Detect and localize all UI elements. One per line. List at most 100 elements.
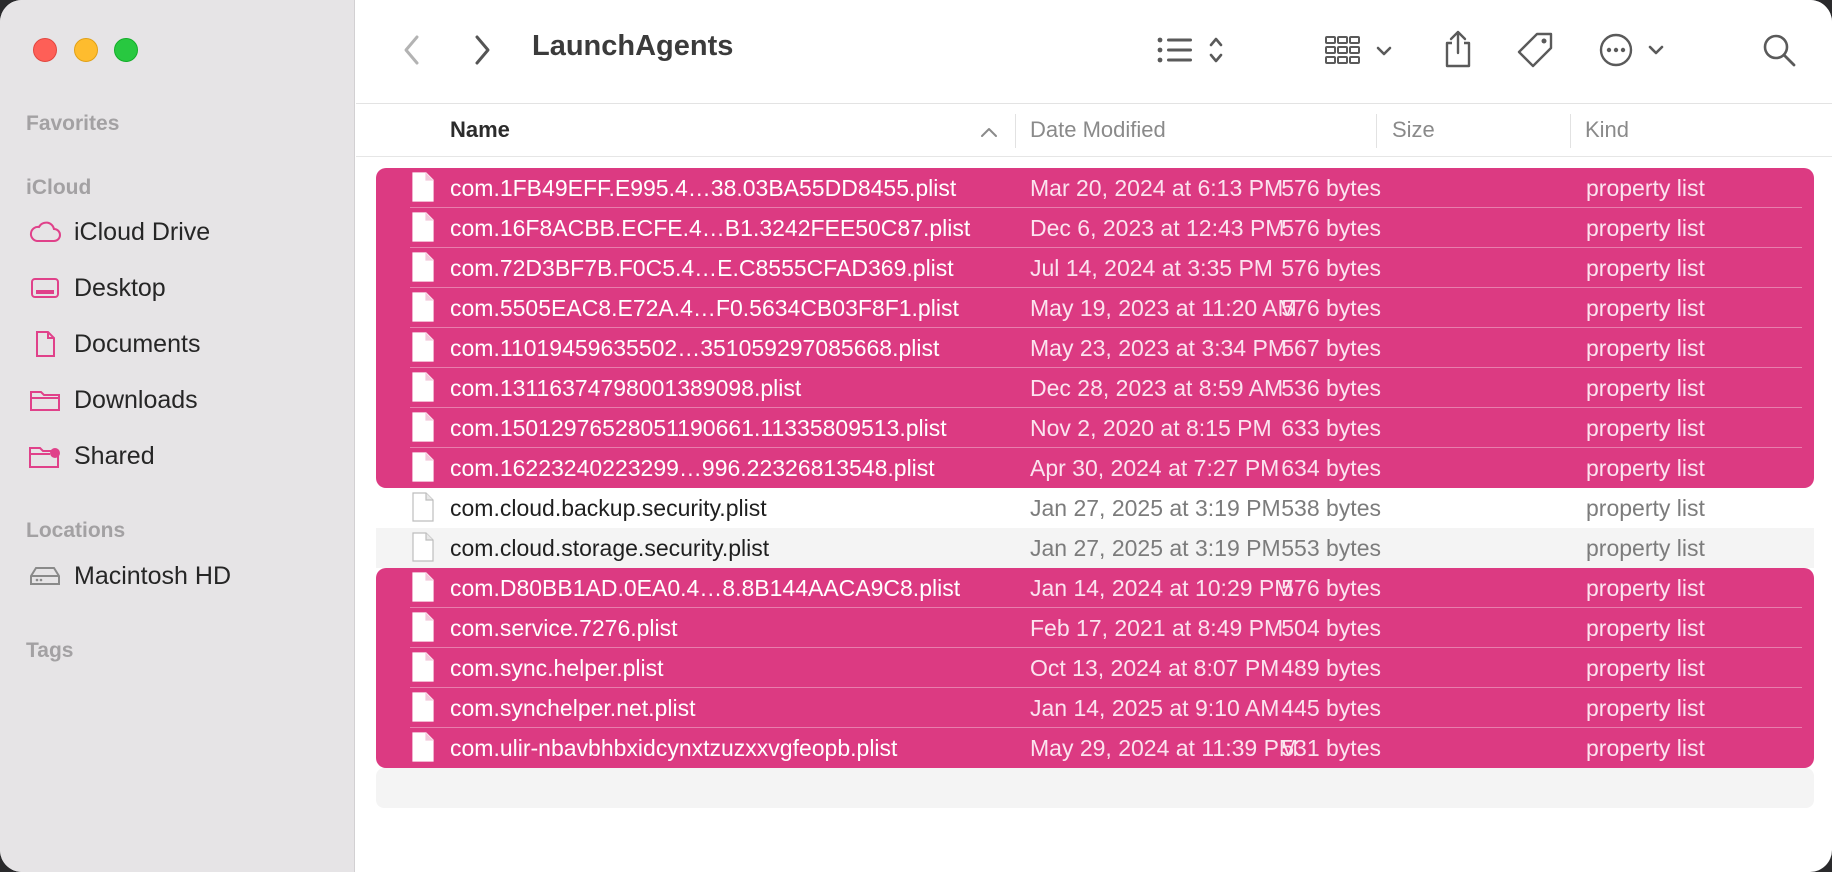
file-name: com.synchelper.net.plist <box>450 695 696 721</box>
file-size: 576 bytes <box>1281 175 1381 201</box>
file-kind: property list <box>1586 495 1705 521</box>
sidebar-section-favorites[interactable]: Favorites <box>26 112 119 136</box>
zoom-window-button[interactable] <box>114 38 138 62</box>
column-date-header[interactable]: Date Modified <box>1030 117 1166 143</box>
plist-file-icon <box>411 492 435 528</box>
plist-file-icon <box>411 572 435 608</box>
close-window-button[interactable] <box>33 38 57 62</box>
file-row[interactable]: com.11019459635502…351059297085668.plist… <box>376 328 1814 368</box>
file-row[interactable]: com.15012976528051190661.11335809513.pli… <box>376 408 1814 448</box>
finder-window: Favorites iCloud iCloud Drive Desktop Do… <box>0 0 1832 872</box>
file-kind: property list <box>1586 295 1705 321</box>
file-row[interactable]: com.5505EAC8.E72A.4…F0.5634CB03F8F1.plis… <box>376 288 1814 328</box>
file-size: 553 bytes <box>1281 535 1381 561</box>
forward-button[interactable] <box>466 30 498 70</box>
plist-file-icon <box>411 692 435 728</box>
sidebar-item-label: Documents <box>74 329 201 358</box>
file-size: 576 bytes <box>1281 255 1381 281</box>
file-name: com.1FB49EFF.E995.4…38.03BA55DD8455.plis… <box>450 175 957 201</box>
file-size: 445 bytes <box>1281 695 1381 721</box>
file-size: 538 bytes <box>1281 495 1381 521</box>
folder-icon <box>28 385 62 415</box>
sort-ascending-icon[interactable] <box>980 126 998 138</box>
minimize-window-button[interactable] <box>74 38 98 62</box>
file-name: com.5505EAC8.E72A.4…F0.5634CB03F8F1.plis… <box>450 295 959 321</box>
file-row[interactable]: com.16223240223299…996.22326813548.plist… <box>376 448 1814 488</box>
sidebar-section-tags[interactable]: Tags <box>26 639 73 663</box>
window-title: LaunchAgents <box>532 30 734 62</box>
file-row[interactable]: com.72D3BF7B.F0C5.4…E.C8555CFAD369.plist… <box>376 248 1814 288</box>
sidebar-item-label: Macintosh HD <box>74 561 231 590</box>
back-icon <box>404 35 419 65</box>
sidebar-item-icloud-drive[interactable]: iCloud Drive <box>28 212 338 252</box>
column-divider[interactable] <box>1570 114 1571 148</box>
file-name: com.sync.helper.plist <box>450 655 664 681</box>
file-row[interactable]: com.service.7276.plist Feb 17, 2021 at 8:… <box>376 608 1814 648</box>
back-button[interactable] <box>396 30 428 70</box>
share-button[interactable] <box>1438 26 1478 72</box>
document-icon <box>28 329 62 359</box>
sidebar-item-macintosh-hd[interactable]: Macintosh HD <box>28 556 338 596</box>
file-row[interactable]: com.ulir-nbavbhbxidcynxtzuzxxvgfeopb.pli… <box>376 728 1814 768</box>
forward-icon <box>475 35 490 65</box>
file-name: com.cloud.backup.security.plist <box>450 495 767 521</box>
file-date-modified: Jan 14, 2025 at 9:10 AM <box>1030 695 1280 721</box>
sidebar-item-desktop[interactable]: Desktop <box>28 268 338 308</box>
file-row[interactable]: com.sync.helper.plist Oct 13, 2024 at 8:0… <box>376 648 1814 688</box>
tag-icon <box>1517 32 1553 68</box>
column-kind-header[interactable]: Kind <box>1585 117 1629 143</box>
file-name: com.11019459635502…351059297085668.plist <box>450 335 940 361</box>
file-date-modified: Nov 2, 2020 at 8:15 PM <box>1030 415 1272 441</box>
sidebar-item-downloads[interactable]: Downloads <box>28 380 338 420</box>
file-size: 531 bytes <box>1281 735 1381 761</box>
sidebar-item-label: Shared <box>74 441 155 470</box>
file-row[interactable]: com.cloud.storage.security.plist Jan 27, … <box>376 528 1814 568</box>
file-name: com.ulir-nbavbhbxidcynxtzuzxxvgfeopb.pli… <box>450 735 898 761</box>
file-row[interactable]: com.1FB49EFF.E995.4…38.03BA55DD8455.plis… <box>376 168 1814 208</box>
file-size: 576 bytes <box>1281 215 1381 241</box>
file-row[interactable]: com.13116374798001389098.plist Dec 28, 20… <box>376 368 1814 408</box>
column-divider[interactable] <box>1376 114 1377 148</box>
plist-file-icon <box>411 372 435 408</box>
plist-file-icon <box>411 452 435 488</box>
file-kind: property list <box>1586 735 1705 761</box>
file-name: com.13116374798001389098.plist <box>450 375 802 401</box>
more-icon <box>1599 33 1664 67</box>
plist-file-icon <box>411 332 435 368</box>
column-header: Name Date Modified Size Kind <box>356 104 1832 157</box>
plist-file-icon <box>411 652 435 688</box>
cloud-icon <box>28 217 62 247</box>
search-button[interactable] <box>1758 28 1800 72</box>
plist-file-icon <box>411 292 435 328</box>
group-button[interactable] <box>1324 28 1400 72</box>
file-kind: property list <box>1586 655 1705 681</box>
view-options-button[interactable] <box>1156 28 1230 72</box>
file-row[interactable]: com.cloud.backup.security.plist Jan 27, 2… <box>376 488 1814 528</box>
sidebar-section-locations[interactable]: Locations <box>26 519 125 543</box>
more-actions-button[interactable] <box>1598 28 1672 72</box>
file-kind: property list <box>1586 615 1705 641</box>
file-name: com.72D3BF7B.F0C5.4…E.C8555CFAD369.plist <box>450 255 954 281</box>
plist-file-icon <box>411 212 435 248</box>
column-divider[interactable] <box>1015 114 1016 148</box>
sidebar-item-label: Desktop <box>74 273 166 302</box>
file-size: 634 bytes <box>1281 455 1381 481</box>
hard-drive-icon <box>28 561 62 591</box>
empty-row <box>376 768 1814 808</box>
file-row[interactable]: com.D80BB1AD.0EA0.4…8.8B144AACA9C8.plist… <box>376 568 1814 608</box>
file-row[interactable]: com.synchelper.net.plist Jan 14, 2025 at … <box>376 688 1814 728</box>
sidebar: Favorites iCloud iCloud Drive Desktop Do… <box>0 0 355 872</box>
file-row[interactable]: com.16F8ACBB.ECFE.4…B1.3242FEE50C87.plis… <box>376 208 1814 248</box>
tag-button[interactable] <box>1512 28 1558 72</box>
sidebar-item-documents[interactable]: Documents <box>28 324 338 364</box>
column-size-header[interactable]: Size <box>1392 117 1435 143</box>
sidebar-section-icloud[interactable]: iCloud <box>26 176 91 200</box>
column-name-header[interactable]: Name <box>450 117 510 143</box>
file-kind: property list <box>1586 415 1705 441</box>
file-name: com.service.7276.plist <box>450 615 678 641</box>
file-size: 576 bytes <box>1281 295 1381 321</box>
file-kind: property list <box>1586 335 1705 361</box>
file-kind: property list <box>1586 695 1705 721</box>
file-size: 536 bytes <box>1281 375 1381 401</box>
sidebar-item-shared[interactable]: Shared <box>28 436 338 476</box>
